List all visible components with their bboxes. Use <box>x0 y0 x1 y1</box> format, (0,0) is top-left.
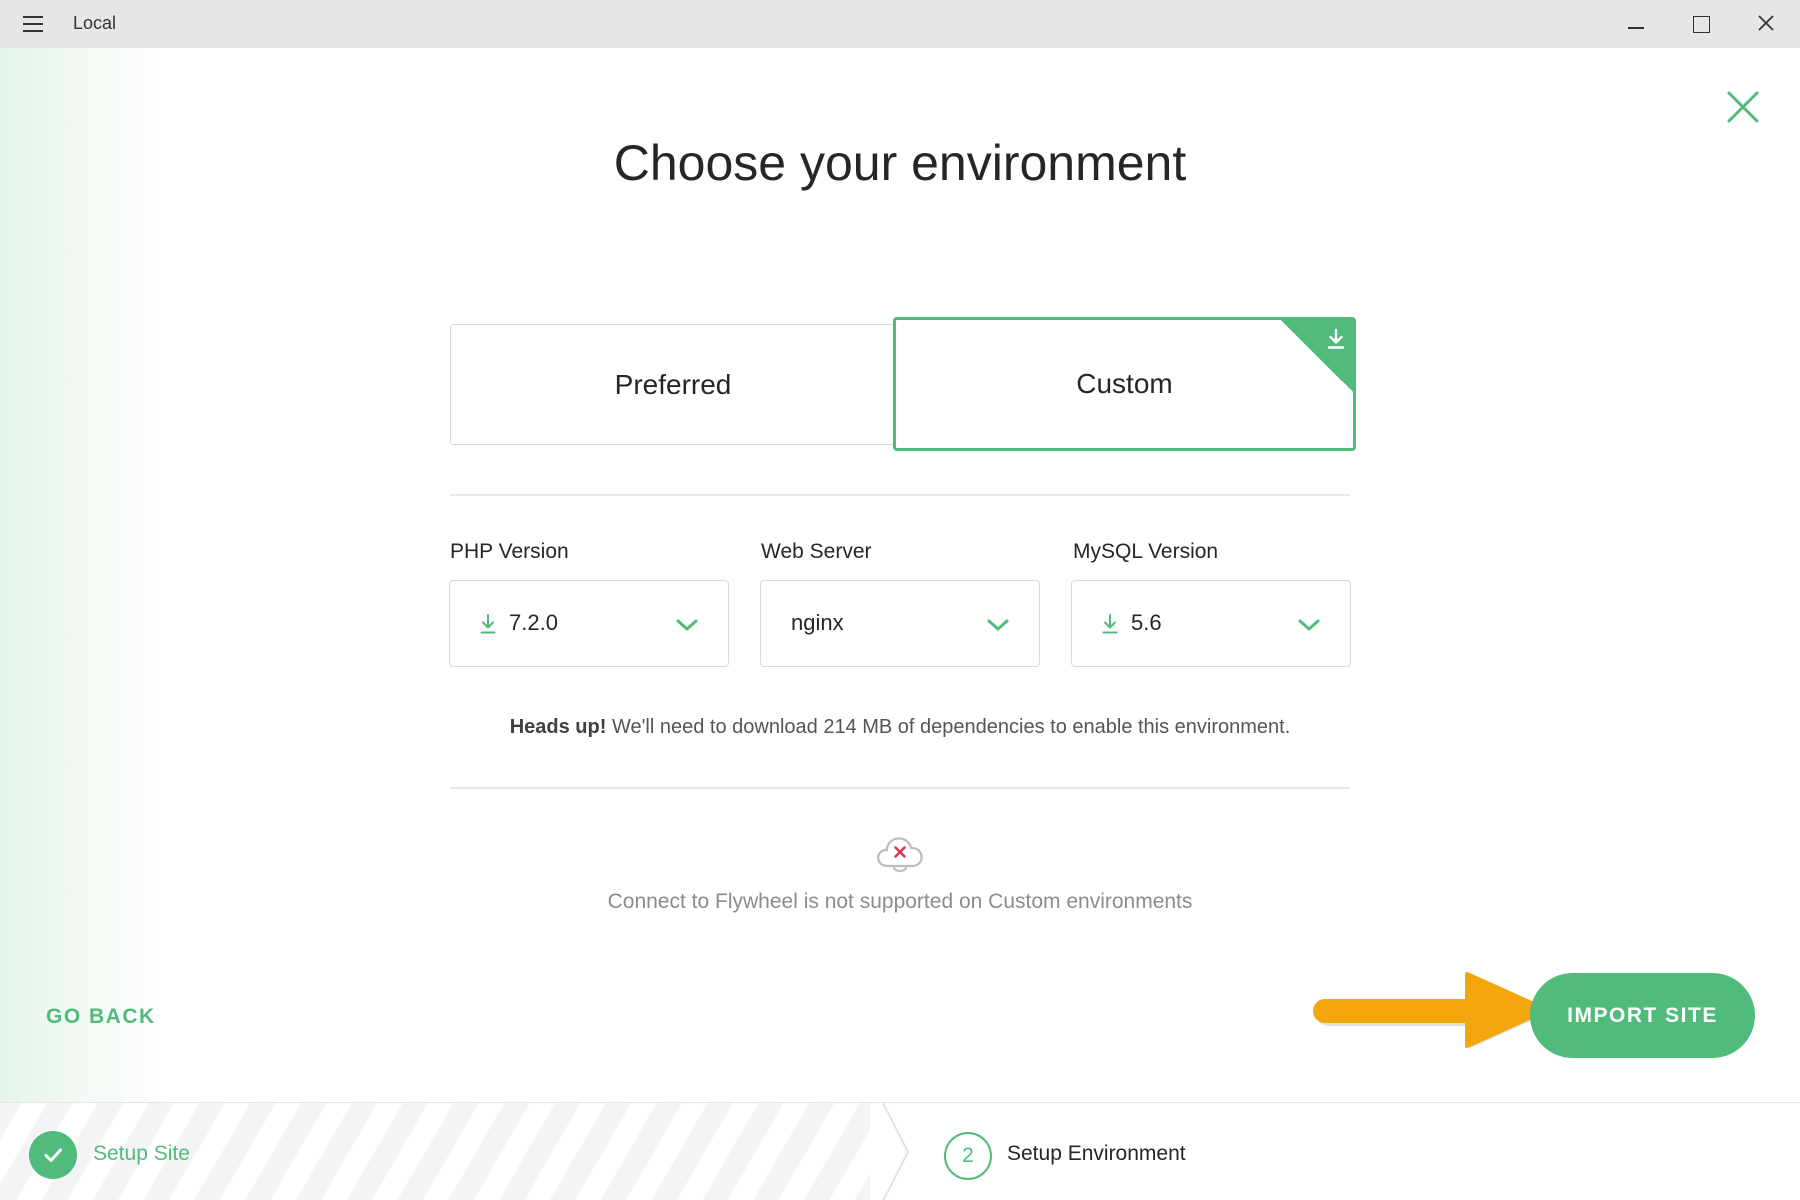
page-title: Choose your environment <box>613 135 1187 191</box>
window-titlebar: Local <box>0 0 1800 48</box>
checkmark-icon <box>44 1148 62 1162</box>
step-complete-badge <box>29 1131 77 1179</box>
step-setup-site: Setup Site <box>93 1142 190 1165</box>
go-back-button[interactable]: GO BACK <box>46 1005 156 1029</box>
hamburger-menu-icon[interactable] <box>22 14 44 34</box>
mysql-version-select[interactable]: 5.6 <box>1071 580 1351 667</box>
section-divider <box>450 494 1350 496</box>
section-divider <box>450 787 1350 789</box>
download-icon <box>1327 328 1345 349</box>
php-version-select[interactable]: 7.2.0 <box>449 580 729 667</box>
mysql-version-value: 5.6 <box>1131 610 1162 635</box>
download-notice: Heads up! We'll need to download 214 MB … <box>0 716 1800 739</box>
maximize-button[interactable] <box>1668 0 1734 48</box>
selected-corner-badge <box>1279 320 1353 394</box>
mysql-version-label: MySQL Version <box>1073 540 1219 563</box>
close-icon <box>1758 15 1774 31</box>
custom-label: Custom <box>1076 368 1173 399</box>
left-gradient-panel <box>0 48 165 1103</box>
web-server-label: Web Server <box>761 540 872 563</box>
import-site-button[interactable]: IMPORT SITE <box>1530 973 1755 1058</box>
chevron-down-icon <box>676 619 698 631</box>
notice-text: We'll need to download 214 MB of depende… <box>606 716 1291 738</box>
chevron-down-icon <box>987 619 1009 631</box>
flywheel-unsupported-message: Connect to Flywheel is not supported on … <box>607 890 1193 913</box>
step-setup-environment: Setup Environment <box>1007 1142 1186 1165</box>
cloud-error-icon <box>877 837 923 873</box>
notice-heading: Heads up! <box>509 716 607 738</box>
web-server-value: nginx <box>791 610 844 635</box>
progress-stepper: Setup Site 2 Setup Environment <box>0 1102 1800 1200</box>
web-server-select[interactable]: nginx <box>760 580 1040 667</box>
preferred-label: Preferred <box>614 368 732 400</box>
step-number-badge: 2 <box>944 1132 992 1180</box>
step-separator <box>870 1103 930 1200</box>
close-dialog-button[interactable] <box>1726 90 1760 124</box>
minimize-button[interactable] <box>1603 0 1669 48</box>
preferred-environment-card[interactable]: Preferred <box>450 324 896 445</box>
close-icon <box>1727 91 1759 123</box>
custom-environment-card[interactable]: Custom <box>893 317 1356 451</box>
download-icon <box>1102 614 1118 634</box>
chevron-down-icon <box>1298 619 1320 631</box>
php-version-value: 7.2.0 <box>509 610 558 635</box>
download-icon <box>480 614 496 634</box>
window-close-button[interactable] <box>1733 0 1799 48</box>
php-version-label: PHP Version <box>450 540 569 563</box>
app-title: Local <box>73 13 117 33</box>
